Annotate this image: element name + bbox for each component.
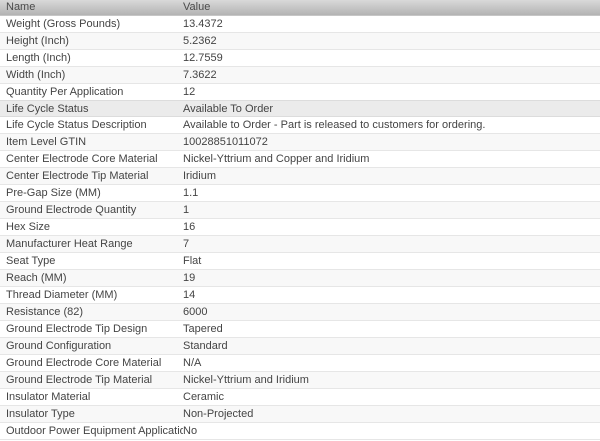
row-name-cell: Life Cycle Status Description bbox=[0, 117, 183, 133]
table-row[interactable]: Life Cycle StatusAvailable To Order bbox=[0, 100, 600, 117]
row-value-cell: Non-Projected bbox=[183, 406, 600, 422]
row-value-cell: Flat bbox=[183, 253, 600, 269]
row-name-cell: Ground Electrode Tip Design bbox=[0, 321, 183, 337]
row-value-cell: Standard bbox=[183, 338, 600, 354]
row-value-cell: 16 bbox=[183, 219, 600, 235]
product-spec-table: Name Value Weight (Gross Pounds)13.4372H… bbox=[0, 0, 600, 441]
row-value-cell: 12 bbox=[183, 84, 600, 100]
row-value-cell: Nickel-Yttrium and Iridium bbox=[183, 372, 600, 388]
row-name-cell: Ground Electrode Core Material bbox=[0, 355, 183, 371]
table-row[interactable]: Weight (Gross Pounds)13.4372 bbox=[0, 16, 600, 33]
row-value-cell: 1.1 bbox=[183, 185, 600, 201]
table-row[interactable]: Insulator TypeNon-Projected bbox=[0, 406, 600, 423]
row-value-cell: 10028851011072 bbox=[183, 134, 600, 150]
row-name-cell: Weight (Gross Pounds) bbox=[0, 16, 183, 32]
table-row[interactable]: Quantity Per Application12 bbox=[0, 84, 600, 101]
table-row[interactable]: Ground Electrode Core MaterialN/A bbox=[0, 355, 600, 372]
row-value-cell: 13.4372 bbox=[183, 16, 600, 32]
spec-grid-screen: Name Value Weight (Gross Pounds)13.4372H… bbox=[0, 0, 600, 441]
table-row[interactable]: Reach (MM)19 bbox=[0, 270, 600, 287]
table-row[interactable]: Insulator MaterialCeramic bbox=[0, 389, 600, 406]
row-name-cell: Quantity Per Application bbox=[0, 84, 183, 100]
row-name-cell: Resistance (82) bbox=[0, 304, 183, 320]
row-name-cell: Outdoor Power Equipment Application bbox=[0, 423, 183, 439]
row-value-cell: No bbox=[183, 423, 600, 439]
row-name-cell: Seat Type bbox=[0, 253, 183, 269]
table-row[interactable]: Center Electrode Core MaterialNickel-Ytt… bbox=[0, 151, 600, 168]
row-value-cell: 6000 bbox=[183, 304, 600, 320]
row-value-cell: Available to Order - Part is released to… bbox=[183, 117, 600, 133]
row-value-cell: 1 bbox=[183, 202, 600, 218]
row-value-cell: Ceramic bbox=[183, 389, 600, 405]
row-value-cell: 12.7559 bbox=[183, 50, 600, 66]
table-row[interactable]: Ground Electrode Quantity1 bbox=[0, 202, 600, 219]
row-value-cell: Nickel-Yttrium and Copper and Iridium bbox=[183, 151, 600, 167]
table-header-row: Name Value bbox=[0, 0, 600, 16]
row-value-cell: Available To Order bbox=[183, 101, 600, 117]
column-header-name[interactable]: Name bbox=[0, 0, 183, 15]
row-value-cell: Tapered bbox=[183, 321, 600, 337]
row-value-cell: 14 bbox=[183, 287, 600, 303]
table-row[interactable]: Hex Size16 bbox=[0, 219, 600, 236]
row-value-cell: Iridium bbox=[183, 168, 600, 184]
table-row[interactable]: Length (Inch)12.7559 bbox=[0, 50, 600, 67]
column-header-value[interactable]: Value bbox=[183, 0, 600, 15]
row-value-cell: N/A bbox=[183, 355, 600, 371]
table-row[interactable]: Height (Inch)5.2362 bbox=[0, 33, 600, 50]
row-name-cell: Reach (MM) bbox=[0, 270, 183, 286]
row-name-cell: Life Cycle Status bbox=[0, 101, 183, 117]
table-row[interactable]: Resistance (82)6000 bbox=[0, 304, 600, 321]
table-row[interactable]: Manufacturer Heat Range7 bbox=[0, 236, 600, 253]
table-row[interactable]: Thread Diameter (MM)14 bbox=[0, 287, 600, 304]
row-name-cell: Item Level GTIN bbox=[0, 134, 183, 150]
table-row[interactable]: Item Level GTIN10028851011072 bbox=[0, 134, 600, 151]
row-value-cell: 5.2362 bbox=[183, 33, 600, 49]
table-row[interactable]: Center Electrode Tip MaterialIridium bbox=[0, 168, 600, 185]
row-value-cell: 7.3622 bbox=[183, 67, 600, 83]
row-value-cell: 7 bbox=[183, 236, 600, 252]
row-name-cell: Pre-Gap Size (MM) bbox=[0, 185, 183, 201]
row-name-cell: Insulator Type bbox=[0, 406, 183, 422]
row-name-cell: Ground Electrode Quantity bbox=[0, 202, 183, 218]
row-name-cell: Thread Diameter (MM) bbox=[0, 287, 183, 303]
row-name-cell: Manufacturer Heat Range bbox=[0, 236, 183, 252]
table-body: Weight (Gross Pounds)13.4372Height (Inch… bbox=[0, 16, 600, 440]
row-name-cell: Length (Inch) bbox=[0, 50, 183, 66]
table-row[interactable]: Width (Inch)7.3622 bbox=[0, 67, 600, 84]
table-row[interactable]: Pre-Gap Size (MM)1.1 bbox=[0, 185, 600, 202]
row-name-cell: Height (Inch) bbox=[0, 33, 183, 49]
row-name-cell: Ground Electrode Tip Material bbox=[0, 372, 183, 388]
row-value-cell: 19 bbox=[183, 270, 600, 286]
row-name-cell: Width (Inch) bbox=[0, 67, 183, 83]
row-name-cell: Hex Size bbox=[0, 219, 183, 235]
table-row[interactable]: Life Cycle Status DescriptionAvailable t… bbox=[0, 117, 600, 134]
table-row[interactable]: Seat TypeFlat bbox=[0, 253, 600, 270]
row-name-cell: Center Electrode Core Material bbox=[0, 151, 183, 167]
row-name-cell: Center Electrode Tip Material bbox=[0, 168, 183, 184]
table-row[interactable]: Outdoor Power Equipment ApplicationNo bbox=[0, 423, 600, 440]
table-row[interactable]: Ground Electrode Tip DesignTapered bbox=[0, 321, 600, 338]
row-name-cell: Ground Configuration bbox=[0, 338, 183, 354]
table-row[interactable]: Ground ConfigurationStandard bbox=[0, 338, 600, 355]
row-name-cell: Insulator Material bbox=[0, 389, 183, 405]
table-row[interactable]: Ground Electrode Tip MaterialNickel-Yttr… bbox=[0, 372, 600, 389]
